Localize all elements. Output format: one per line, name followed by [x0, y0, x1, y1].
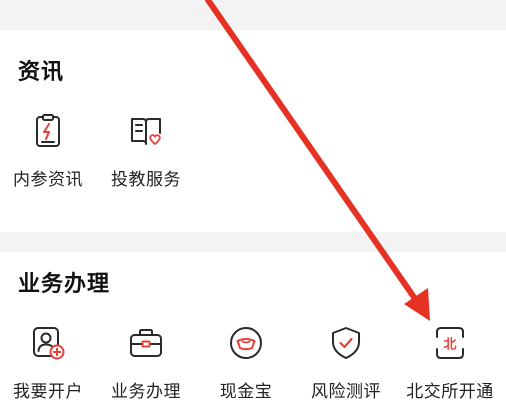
- business-tile-handle[interactable]: 业务办理: [98, 325, 194, 402]
- news-tile-education-label: 投教服务: [111, 170, 181, 190]
- business-tile-cash-treasure[interactable]: 现金宝: [198, 325, 294, 402]
- business-tile-risk-assessment[interactable]: 风险测评: [298, 325, 394, 402]
- section-divider-middle: [0, 232, 506, 252]
- section-title-news: 资讯: [18, 60, 65, 85]
- news-tile-insider[interactable]: 内参资讯: [0, 113, 96, 190]
- news-tile-insider-label: 内参资讯: [13, 170, 83, 190]
- coin-ingot-icon: [230, 327, 262, 359]
- news-tile-education[interactable]: 投教服务: [98, 113, 194, 190]
- business-tile-handle-label: 业务办理: [111, 382, 181, 402]
- bse-badge-text: 北: [443, 338, 456, 353]
- annotation-arrow-head: [404, 288, 430, 321]
- shield-check-icon: [332, 327, 360, 359]
- business-tile-cash-treasure-label: 现金宝: [219, 382, 273, 402]
- briefcase-icon: [130, 329, 162, 357]
- business-tile-open-account-label: 我要开户: [13, 382, 83, 402]
- annotation-arrow-shaft: [205, 0, 421, 306]
- business-tile-bse-open-label: 北交所开通: [406, 382, 494, 402]
- business-tile-open-account[interactable]: 我要开户: [0, 325, 96, 402]
- business-tile-bse-open[interactable]: 北 北交所开通: [402, 325, 498, 402]
- section-title-business: 业务办理: [18, 272, 111, 297]
- document-lightning-icon: [36, 114, 60, 147]
- business-tile-risk-assessment-label: 风险测评: [311, 382, 381, 402]
- book-heart-icon: [131, 118, 161, 145]
- section-divider-top: [0, 0, 506, 30]
- bse-badge-icon: 北: [436, 327, 464, 359]
- person-plus-icon: [33, 327, 65, 360]
